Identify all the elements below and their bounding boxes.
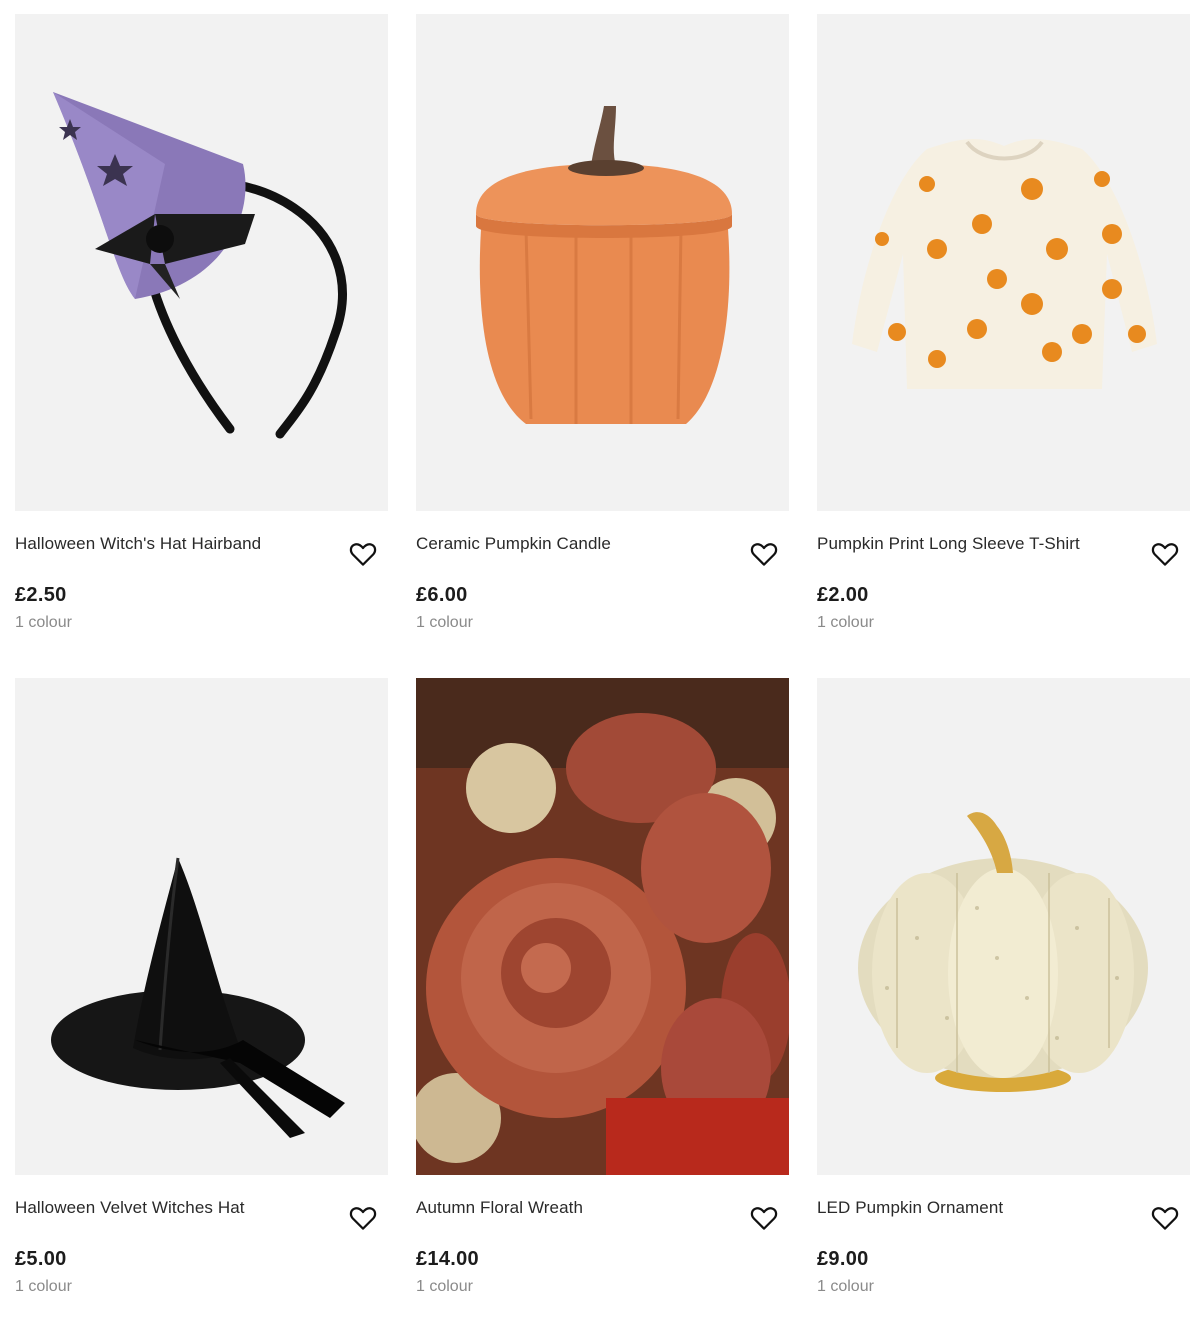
product-title[interactable]: Halloween Witch's Hat Hairband (15, 534, 261, 554)
product-price: £9.00 (817, 1248, 869, 1270)
product-price: £2.50 (15, 584, 67, 606)
product-price: £2.00 (817, 584, 869, 606)
heart-icon[interactable] (348, 539, 378, 569)
product-title[interactable]: Pumpkin Print Long Sleeve T-Shirt (817, 534, 1080, 554)
product-title[interactable]: LED Pumpkin Ornament (817, 1198, 1003, 1218)
product-image-led-pumpkin[interactable] (817, 678, 1190, 1175)
heart-icon[interactable] (749, 1203, 779, 1233)
product-colours: 1 colour (15, 1278, 72, 1295)
product-price: £5.00 (15, 1248, 67, 1270)
product-title[interactable]: Ceramic Pumpkin Candle (416, 534, 611, 554)
product-image-witch-hat-hairband[interactable] (15, 14, 388, 511)
product-colours: 1 colour (817, 614, 874, 631)
product-colours: 1 colour (15, 614, 72, 631)
product-image-pumpkin-tshirt[interactable] (817, 14, 1190, 511)
product-image-floral-wreath[interactable] (416, 678, 789, 1175)
heart-icon[interactable] (1150, 1203, 1180, 1233)
product-image-pumpkin-candle[interactable] (416, 14, 789, 511)
heart-icon[interactable] (1150, 539, 1180, 569)
product-colours: 1 colour (416, 1278, 473, 1295)
product-image-witch-hat[interactable] (15, 678, 388, 1175)
heart-icon[interactable] (749, 539, 779, 569)
product-title[interactable]: Halloween Velvet Witches Hat (15, 1198, 245, 1218)
product-price: £6.00 (416, 584, 468, 606)
product-title[interactable]: Autumn Floral Wreath (416, 1198, 583, 1218)
product-colours: 1 colour (416, 614, 473, 631)
product-price: £14.00 (416, 1248, 479, 1270)
heart-icon[interactable] (348, 1203, 378, 1233)
product-colours: 1 colour (817, 1278, 874, 1295)
